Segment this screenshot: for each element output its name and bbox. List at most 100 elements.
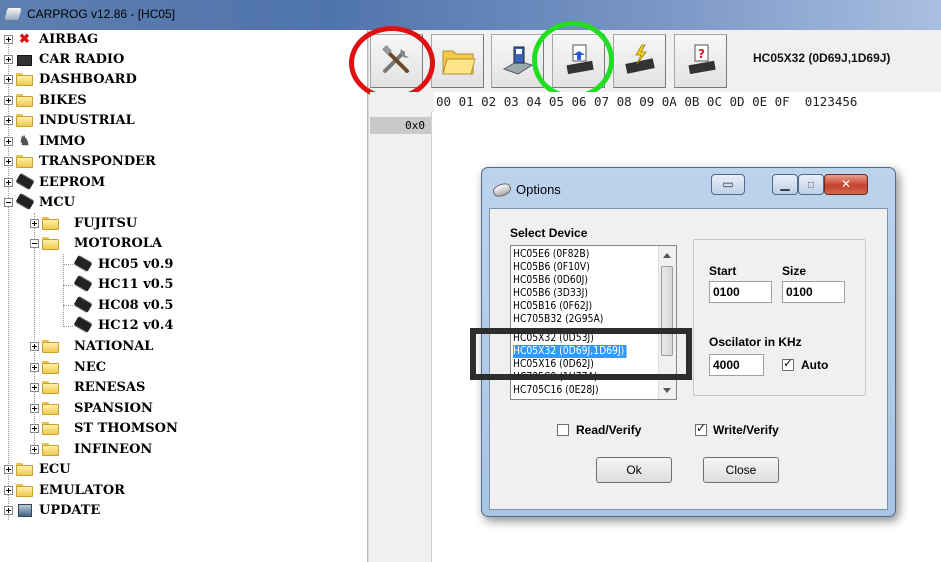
hex-address-cell: 0x0 bbox=[370, 117, 431, 134]
close-window-button[interactable]: ✕ bbox=[824, 174, 868, 195]
device-list-item[interactable]: HC05B16 (0F62J) bbox=[513, 300, 592, 313]
tree-item-label: HC08 v0.5 bbox=[98, 298, 174, 313]
options-dialog: Options ▭ ▁ ▫ ✕ Select Device HC05E6 (0F… bbox=[481, 167, 896, 517]
close-button[interactable]: Close bbox=[703, 457, 779, 483]
expand-icon[interactable] bbox=[4, 506, 13, 515]
size-label: Size bbox=[782, 264, 807, 278]
expand-icon[interactable] bbox=[4, 55, 13, 64]
tree-item-label: MOTOROLA bbox=[74, 236, 163, 251]
device-list-item[interactable]: HC05E6 (0F82B) bbox=[513, 248, 589, 261]
expand-icon[interactable] bbox=[4, 96, 13, 105]
expand-icon[interactable] bbox=[30, 219, 39, 228]
open-button[interactable] bbox=[431, 34, 484, 88]
device-list-item[interactable]: HC705C9 (1H77A) bbox=[513, 371, 597, 384]
tree-item-label: NEC bbox=[74, 360, 107, 375]
expand-icon[interactable] bbox=[4, 486, 13, 495]
toolbar: ? HC05X32 (0D69J,1D69J) bbox=[370, 30, 941, 93]
listbox-scrollbar[interactable] bbox=[658, 246, 676, 399]
device-list-item[interactable]: HC05B6 (0D60J) bbox=[513, 274, 588, 287]
start-label: Start bbox=[709, 264, 737, 278]
device-list-item[interactable]: HC05B6 (3D33J) bbox=[513, 287, 588, 300]
device-listbox[interactable]: HC05E6 (0F82B) HC05B6 (0F10V) HC05B6 (0D… bbox=[510, 245, 677, 400]
close-icon: ✕ bbox=[840, 177, 852, 191]
chip-icon bbox=[15, 193, 35, 210]
dialog-restore-button[interactable]: ▭ bbox=[711, 174, 745, 195]
oscillator-input[interactable]: 4000 bbox=[709, 354, 764, 376]
expand-icon[interactable] bbox=[30, 424, 39, 433]
chip-icon bbox=[73, 255, 93, 272]
tree-item-label: EMULATOR bbox=[39, 483, 125, 498]
dialog-title: Options bbox=[516, 182, 561, 197]
expand-icon[interactable] bbox=[30, 363, 39, 372]
airbag-icon: ✖ bbox=[19, 32, 30, 47]
read-button[interactable] bbox=[552, 34, 605, 88]
verify-button[interactable]: ? bbox=[674, 34, 727, 88]
tree-item-label: EEPROM bbox=[39, 175, 106, 190]
read-verify-checkbox[interactable] bbox=[557, 424, 569, 436]
device-list-item[interactable]: HC05X32 (0D53J) bbox=[513, 332, 594, 345]
hex-header-text: 00 01 02 03 04 05 06 07 08 09 0A 0B 0C 0… bbox=[436, 94, 858, 109]
tree-item-label: CAR RADIO bbox=[39, 52, 125, 67]
device-list-item[interactable]: HC705C16 (0E28J) bbox=[513, 384, 599, 397]
tree-item-label: HC05 v0.9 bbox=[98, 257, 174, 272]
device-list-item[interactable]: HC05B6 (0F10V) bbox=[513, 261, 590, 274]
ok-button[interactable]: Ok bbox=[596, 457, 672, 483]
device-list-item[interactable]: HC05X16 (0D62J) bbox=[513, 358, 594, 371]
expand-icon[interactable] bbox=[30, 445, 39, 454]
expand-icon[interactable] bbox=[4, 75, 13, 84]
tree-connector bbox=[63, 285, 73, 286]
checkmark-icon: ✓ bbox=[696, 421, 707, 435]
tree-item-label: DASHBOARD bbox=[39, 72, 137, 87]
folder-icon bbox=[16, 114, 33, 127]
address-groupbox: Start Size 0100 0100 Oscilator in KHz 40… bbox=[693, 239, 866, 396]
hex-column-header: 00 01 02 03 04 05 06 07 08 09 0A 0B 0C 0… bbox=[434, 92, 941, 112]
folder-open-icon bbox=[442, 50, 476, 75]
expand-icon[interactable] bbox=[4, 35, 13, 44]
folder-icon bbox=[42, 381, 59, 394]
folder-icon bbox=[42, 443, 59, 456]
dialog-app-icon bbox=[491, 181, 513, 199]
expand-icon[interactable] bbox=[30, 383, 39, 392]
expand-icon[interactable] bbox=[4, 116, 13, 125]
save-button[interactable] bbox=[491, 34, 544, 88]
maximize-button[interactable]: ▫ bbox=[798, 174, 824, 195]
tree-item-label: FUJITSU bbox=[74, 216, 138, 231]
expand-icon[interactable] bbox=[4, 178, 13, 187]
select-device-label: Select Device bbox=[510, 226, 588, 240]
minimize-button[interactable]: ▁ bbox=[772, 174, 798, 195]
tree-item-label: BIKES bbox=[39, 93, 87, 108]
size-input[interactable]: 0100 bbox=[782, 281, 845, 303]
write-verify-checkbox[interactable]: ✓ bbox=[695, 421, 707, 436]
verify-chip-icon: ? bbox=[688, 44, 716, 75]
device-tree: ✖ AIRBAG CAR RADIO DASHBOARD BIKES INDUS… bbox=[0, 30, 367, 562]
current-device-label: HC05X32 (0D69J,1D69J) bbox=[753, 51, 891, 65]
tree-item-label: ST THOMSON bbox=[74, 421, 178, 436]
tree-connector bbox=[63, 326, 73, 327]
svg-text:?: ? bbox=[698, 47, 705, 61]
hex-address-column: 0x0 bbox=[370, 112, 432, 562]
scroll-up-icon[interactable] bbox=[663, 253, 671, 258]
scroll-down-icon[interactable] bbox=[663, 388, 671, 393]
expand-icon[interactable] bbox=[4, 157, 13, 166]
write-chip-icon bbox=[625, 44, 655, 74]
folder-icon bbox=[16, 73, 33, 86]
tree-item-label: ECU bbox=[39, 462, 71, 477]
expand-icon[interactable] bbox=[4, 137, 13, 146]
collapse-icon[interactable] bbox=[30, 239, 39, 248]
tools-icon bbox=[382, 45, 409, 73]
scroll-thumb[interactable] bbox=[661, 266, 673, 356]
expand-icon[interactable] bbox=[4, 465, 13, 474]
expand-icon[interactable] bbox=[30, 342, 39, 351]
write-button[interactable] bbox=[613, 34, 666, 88]
start-input[interactable]: 0100 bbox=[709, 281, 772, 303]
settings-button[interactable] bbox=[370, 34, 423, 88]
collapse-icon[interactable] bbox=[4, 198, 13, 207]
chip-icon bbox=[73, 296, 93, 313]
expand-icon[interactable] bbox=[30, 404, 39, 413]
tree-item-label: TRANSPONDER bbox=[39, 154, 156, 169]
window-title-bar: CARPROG v12.86 - [HC05] bbox=[0, 0, 941, 30]
tree-item-label: UPDATE bbox=[39, 503, 101, 518]
device-list-item-selected[interactable]: HC05X32 (0D69J,1D69J) bbox=[513, 345, 627, 358]
auto-checkbox[interactable]: ✓ bbox=[782, 356, 794, 371]
device-list-item[interactable]: HC705B32 (2G95A) bbox=[513, 313, 603, 326]
